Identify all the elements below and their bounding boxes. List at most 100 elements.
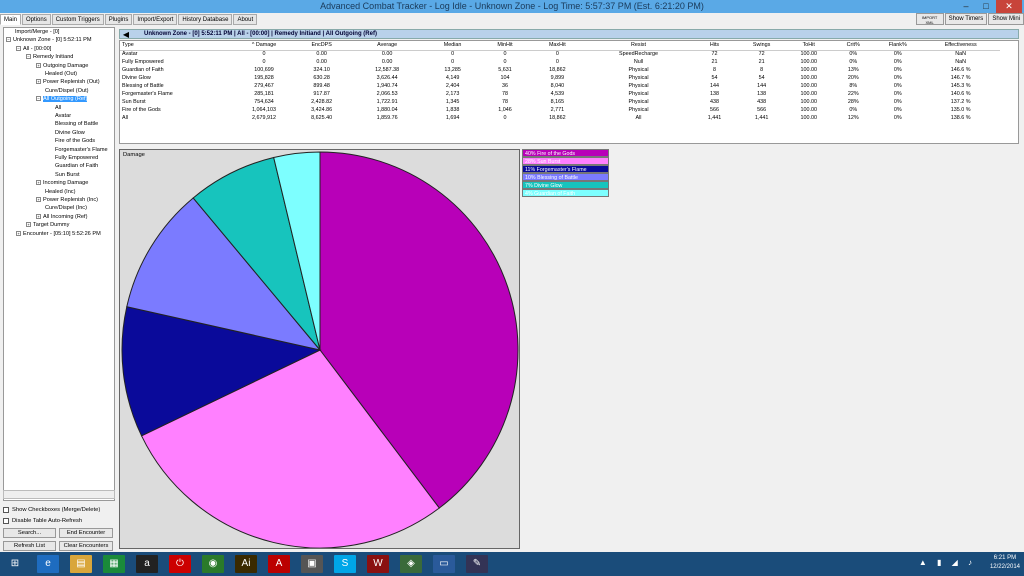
column-header[interactable]: Type	[120, 41, 236, 51]
illustrator-icon[interactable]: Ai	[235, 555, 257, 573]
checkbox-icon[interactable]	[3, 506, 9, 513]
expand-icon[interactable]: +	[36, 62, 41, 68]
show-checkboxes-option[interactable]: Show Checkboxes (Merge/Delete)	[3, 505, 115, 514]
tree-horizontal-scrollbar[interactable]	[3, 490, 115, 499]
clear-encounters-button[interactable]: Clear Encounters	[59, 541, 113, 551]
store-icon[interactable]: ▦	[103, 555, 125, 573]
table-row[interactable]: Fully Empowered 0 0.00 0.00 0 0 0 Null 21 21 100.0…	[120, 58, 1000, 66]
checkbox-icon[interactable]	[3, 517, 9, 524]
tab-history-database[interactable]: History Database	[178, 14, 233, 25]
column-header[interactable]: Median	[423, 41, 482, 51]
end-encounter-button[interactable]: End Encounter	[59, 528, 113, 538]
tree-node[interactable]: + Outgoing Damage	[36, 63, 88, 70]
tree-node[interactable]: + All Incoming (Ref)	[36, 214, 87, 221]
act-icon[interactable]: ◈	[400, 555, 422, 573]
explorer-icon[interactable]: ▤	[70, 555, 92, 573]
table-row[interactable]: Divine Glow 195,828 630.28 3,626.44 4,149 104…	[120, 74, 1000, 82]
disable-refresh-option[interactable]: Disable Table Auto-Refresh	[3, 516, 115, 525]
column-header[interactable]: EncDPS	[292, 41, 351, 51]
game-icon[interactable]: W	[367, 555, 389, 573]
tree-node[interactable]: + Incoming Damage	[36, 180, 88, 187]
import-xml-button[interactable]: IMPORT XML	[915, 13, 944, 25]
tree-node[interactable]: Cure/Dispel (Inc)	[36, 205, 87, 212]
tree-node[interactable]: + Power Replenish (Out)	[36, 79, 100, 86]
tree-node[interactable]: Blessing of Battle	[46, 121, 98, 128]
column-header[interactable]: Resist	[586, 41, 691, 51]
column-header[interactable]: Swings	[738, 41, 786, 51]
table-row[interactable]: Guardian of Faith 100,699 324.10 12,587.38 1…	[120, 66, 1000, 74]
table-row[interactable]: Sun Burst 754,634 2,428.82 1,722.91 1,345 78 8…	[120, 98, 1000, 106]
tree-node[interactable]: Fully Empowered	[46, 155, 98, 162]
tab-custom-triggers[interactable]: Custom Triggers	[51, 14, 104, 25]
tree-node[interactable]: Fire of the Gods	[46, 138, 95, 145]
column-header[interactable]: ToHit	[785, 41, 833, 51]
tree-node[interactable]: + Target Dummy	[26, 222, 69, 229]
chrome-icon[interactable]: ◉	[202, 555, 224, 573]
tree-node[interactable]: Avatar	[46, 113, 71, 120]
column-header[interactable]: ^ Damage	[235, 41, 293, 51]
back-arrow-icon[interactable]: ◀	[121, 30, 131, 39]
table-row[interactable]: All 2,679,912 8,625.40 1,859.76 1,694 0 18,862…	[120, 114, 1000, 122]
tab-plugins[interactable]: Plugins	[104, 14, 133, 25]
show-mini-button[interactable]: Show Mini	[988, 13, 1024, 25]
column-header[interactable]: MaxHit	[528, 41, 587, 51]
tree-node[interactable]: Cure/Dispel (Out)	[36, 88, 89, 95]
skype-icon[interactable]: S	[334, 555, 356, 573]
tree-node[interactable]: All	[46, 105, 61, 112]
tab-options[interactable]: Options	[22, 14, 51, 25]
tree-node[interactable]: − All Outgoing (Ref)	[36, 96, 88, 103]
photos-icon[interactable]: ▭	[433, 555, 455, 573]
tab-about[interactable]: About	[233, 14, 258, 25]
tab-import-export[interactable]: Import/Export	[133, 14, 178, 25]
column-header[interactable]: Average	[350, 41, 424, 51]
tree-node[interactable]: Sun Burst	[46, 172, 80, 179]
collapse-icon[interactable]: −	[16, 45, 21, 51]
collapse-icon[interactable]: −	[6, 37, 11, 43]
power-icon[interactable]: ⏻	[169, 555, 191, 573]
column-header[interactable]: Hits	[690, 41, 739, 51]
tree-node[interactable]: Guardian of Faith	[46, 163, 98, 170]
close-icon[interactable]: ✕	[996, 0, 1022, 13]
expand-icon[interactable]: +	[36, 213, 41, 219]
column-header[interactable]: Effectiveness	[921, 41, 1000, 51]
tree-node[interactable]: − All - [00:00]	[16, 46, 51, 53]
expand-icon[interactable]: +	[16, 230, 21, 236]
tree-node[interactable]: + Power Replenish (Inc)	[36, 197, 98, 204]
tree-node[interactable]: Import/Merge - [0]	[6, 29, 59, 36]
clock[interactable]: 6:21 PM 12/22/2014	[990, 554, 1020, 572]
paint-icon[interactable]: ✎	[466, 555, 488, 573]
expand-icon[interactable]: +	[36, 180, 41, 186]
search-button[interactable]: Search...	[3, 528, 56, 538]
table-cell: 1,838	[445, 107, 460, 113]
tree-node[interactable]: Healed (Out)	[36, 71, 77, 78]
refresh-list-button[interactable]: Refresh List	[3, 541, 56, 551]
show-timers-button[interactable]: Show Timers	[944, 13, 988, 25]
pdf-icon[interactable]: A	[268, 555, 290, 573]
tree-node[interactable]: + Encounter - [05:10] 5:52:26 PM	[16, 231, 101, 238]
expand-icon[interactable]: +	[26, 222, 31, 228]
tree-node[interactable]: Divine Glow	[46, 130, 85, 137]
ie-icon[interactable]: e	[37, 555, 59, 573]
table-row[interactable]: Forgemaster's Flame 285,181 917.87 2,066.53…	[120, 90, 1000, 98]
table-row[interactable]: Blessing of Battle 279,467 899.48 1,940.74 2…	[120, 82, 1000, 90]
maximize-icon[interactable]: □	[978, 0, 994, 13]
encounter-tree[interactable]: Import/Merge - [0] − Unknown Zone - [0] 5:…	[3, 27, 115, 501]
tree-node[interactable]: − Unknown Zone - [0] 5:52:11 PM	[6, 37, 92, 44]
minimize-icon[interactable]: –	[958, 0, 974, 13]
expand-icon[interactable]: +	[36, 197, 41, 203]
tree-node[interactable]: Healed (Inc)	[36, 189, 75, 196]
tree-node[interactable]: Forgemaster's Flame	[46, 147, 108, 154]
amazon-icon[interactable]: a	[136, 555, 158, 573]
collapse-icon[interactable]: −	[26, 54, 31, 60]
app-icon[interactable]: ▣	[301, 555, 323, 573]
tab-main[interactable]: Main	[0, 14, 22, 25]
expand-icon[interactable]: +	[36, 79, 41, 85]
table-row[interactable]: Fire of the Gods 1,064,103 3,424.86 1,880.0…	[120, 106, 1000, 114]
table-row[interactable]: Avatar 0 0.00 0.00 0 0 0 SpeedRecharge 72 72 100.0…	[120, 50, 1000, 58]
column-header[interactable]: Crit%	[832, 41, 875, 51]
column-header[interactable]: Flank%	[874, 41, 922, 51]
column-header[interactable]: MinHit	[481, 41, 529, 51]
collapse-icon[interactable]: −	[36, 96, 41, 102]
windows-start-icon[interactable]: ⊞	[4, 555, 26, 573]
tree-node[interactable]: − Remedy Initiand	[26, 54, 73, 61]
